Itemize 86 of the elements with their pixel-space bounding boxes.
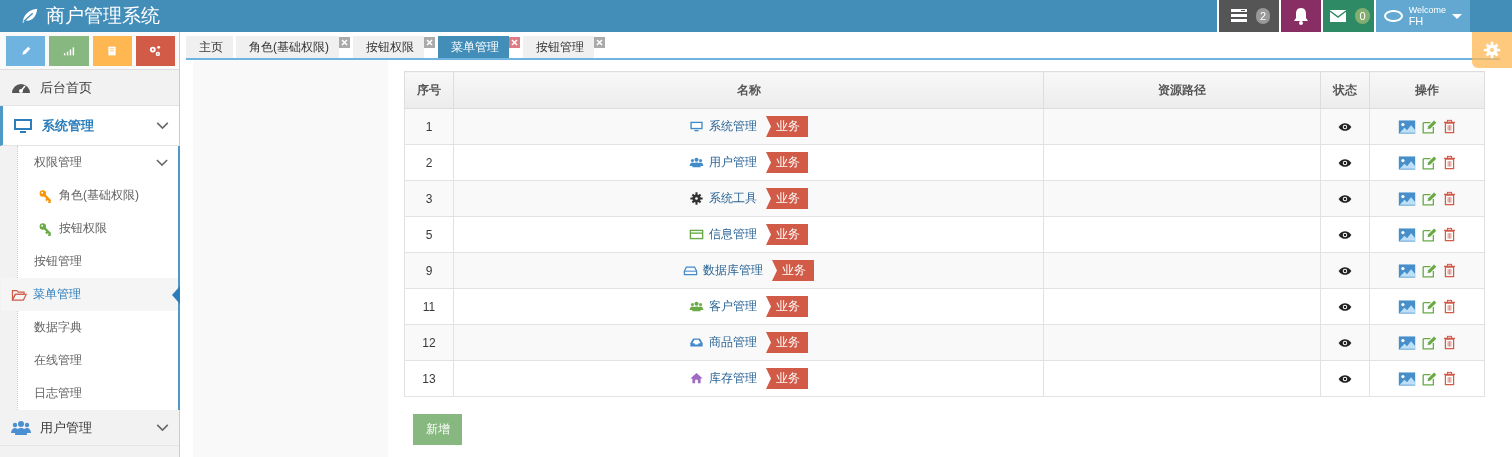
trash-icon[interactable] <box>1441 371 1457 386</box>
welcome-text: Welcome <box>1408 5 1446 16</box>
table-cell: 9 <box>404 252 454 289</box>
picture-icon[interactable] <box>1397 117 1416 136</box>
column-header: 序号 <box>404 71 454 109</box>
menu-item[interactable]: 数据字典 <box>1 311 178 344</box>
tab[interactable]: 角色(基础权限) <box>236 36 339 58</box>
settings-button[interactable] <box>1472 32 1512 68</box>
table-cell: 13 <box>404 360 454 397</box>
tab[interactable]: 菜单管理 <box>438 36 509 58</box>
table-cell: 12 <box>404 324 454 361</box>
tag-label: 业务 <box>766 368 808 389</box>
trash-icon[interactable] <box>1441 155 1457 170</box>
edit-icon[interactable] <box>1420 298 1437 315</box>
menu-name-link[interactable]: 系统管理 <box>709 118 757 135</box>
menu-item[interactable]: 按钮权限 <box>1 212 178 245</box>
tab[interactable]: 按钮管理 <box>523 36 594 58</box>
edit-icon[interactable] <box>1420 370 1437 387</box>
nav-notifications-button[interactable] <box>1279 0 1321 32</box>
table-cell: 3 <box>404 180 454 217</box>
tag-label: 业务 <box>766 152 808 173</box>
picture-icon[interactable] <box>1397 333 1416 352</box>
picture-icon[interactable] <box>1397 225 1416 244</box>
tab-close-icon[interactable] <box>594 37 605 48</box>
edit-icon[interactable] <box>1420 154 1437 171</box>
menu-item[interactable]: 按钮管理 <box>1 245 178 278</box>
trash-icon[interactable] <box>1441 227 1457 242</box>
menu-item[interactable]: 日志管理 <box>1 377 178 410</box>
picture-icon[interactable] <box>1397 297 1416 316</box>
tab[interactable]: 主页 <box>186 36 233 58</box>
tab[interactable]: 按钮权限 <box>353 36 424 58</box>
menu-item[interactable]: 权限管理 <box>1 146 178 179</box>
menu-name-link[interactable]: 商品管理 <box>709 334 757 351</box>
tag-label: 业务 <box>772 260 814 281</box>
count-badge: 2 <box>1255 8 1271 24</box>
menu-name-link[interactable]: 数据库管理 <box>703 262 763 279</box>
tab-close-icon[interactable] <box>509 37 520 48</box>
edit-icon[interactable] <box>1420 118 1437 135</box>
edit-icon[interactable] <box>1420 226 1437 243</box>
shortcut-button[interactable] <box>135 36 175 66</box>
caret-icon <box>1452 13 1462 19</box>
picture-icon[interactable] <box>1397 261 1416 280</box>
tab-close-icon[interactable] <box>424 37 435 48</box>
table-cell: 11 <box>404 288 454 325</box>
count-badge: 0 <box>1355 8 1370 24</box>
app-title: 商户管理系统 <box>46 4 160 28</box>
settings-icon <box>1482 40 1502 60</box>
chevron-down-icon <box>156 424 169 431</box>
edit-icon[interactable] <box>1420 190 1437 207</box>
table-cell: 5 <box>404 216 454 253</box>
table-cell: 2 <box>404 144 454 181</box>
user-name: FH <box>1408 16 1425 27</box>
avatar <box>1384 10 1403 22</box>
column-header: 名称 <box>453 71 1044 109</box>
tag-label: 业务 <box>766 188 808 209</box>
menu-name-link[interactable]: 信息管理 <box>709 226 757 243</box>
menu-name-link[interactable]: 系统工具 <box>709 190 757 207</box>
trash-icon[interactable] <box>1441 119 1457 134</box>
menu-item[interactable]: 在线管理 <box>1 344 178 377</box>
tag-label: 业务 <box>766 224 808 245</box>
trash-icon[interactable] <box>1441 299 1457 314</box>
tag-label: 业务 <box>766 332 808 353</box>
menu-name-link[interactable]: 库存管理 <box>709 370 757 387</box>
tab-close-icon[interactable] <box>339 37 350 48</box>
column-header: 资源路径 <box>1043 71 1321 109</box>
menu-name-link[interactable]: 用户管理 <box>709 154 757 171</box>
trash-icon[interactable] <box>1441 191 1457 206</box>
column-header: 操作 <box>1369 71 1485 109</box>
trash-icon[interactable] <box>1441 263 1457 278</box>
chevron-down-icon <box>156 159 168 166</box>
picture-icon[interactable] <box>1397 153 1416 172</box>
menu-name-link[interactable]: 客户管理 <box>709 298 757 315</box>
trash-icon[interactable] <box>1441 335 1457 350</box>
edit-icon[interactable] <box>1420 334 1437 351</box>
edit-icon[interactable] <box>1420 262 1437 279</box>
table-cell: 1 <box>404 108 454 145</box>
chevron-down-icon <box>156 122 169 129</box>
picture-icon[interactable] <box>1397 189 1416 208</box>
shortcut-button[interactable] <box>6 36 46 66</box>
tag-label: 业务 <box>766 296 808 317</box>
picture-icon[interactable] <box>1397 369 1416 388</box>
menu-item[interactable]: 用户管理 <box>0 410 179 446</box>
menu-item[interactable]: 角色(基础权限) <box>1 179 178 212</box>
menu-item[interactable]: 系统管理 <box>0 106 179 146</box>
tag-label: 业务 <box>766 116 808 137</box>
column-header: 状态 <box>1320 71 1370 109</box>
